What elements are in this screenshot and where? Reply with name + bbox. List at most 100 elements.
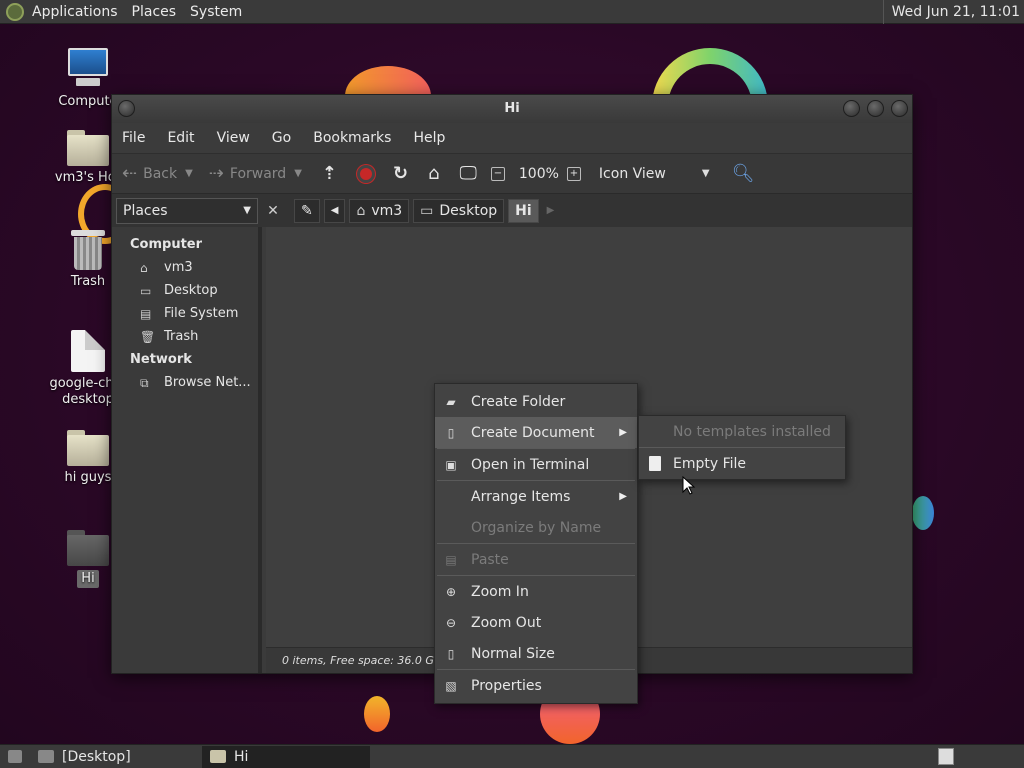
search-button[interactable]: 🔍︎: [732, 163, 761, 184]
home-icon: ⌂: [140, 260, 148, 275]
breadcrumb-desktop[interactable]: ▭ Desktop: [413, 198, 505, 223]
menu-item-zoom-out[interactable]: ⊖ Zoom Out: [435, 607, 637, 638]
toggle-location-entry-button[interactable]: ✎: [294, 198, 320, 223]
taskbar-item-desktop[interactable]: [Desktop]: [30, 746, 196, 768]
new-document-icon: ▯: [447, 425, 455, 440]
menubar: File Edit View Go Bookmarks Help: [112, 123, 912, 153]
back-button[interactable]: ⇠ Back ▼: [122, 163, 193, 184]
forward-button[interactable]: ⇢ Forward ▼: [209, 163, 302, 184]
computer-icon: [66, 46, 110, 90]
chevron-left-icon: ◀: [330, 205, 339, 216]
stop-button[interactable]: [357, 164, 375, 183]
menu-item-organize-by-name: Organize by Name: [471, 519, 602, 536]
chevron-down-icon: ▼: [243, 205, 251, 216]
top-panel: Applications Places System Wed Jun 21, 1…: [0, 0, 1024, 24]
menu-item-normal-size[interactable]: ▯ Normal Size: [435, 638, 637, 669]
sidebar-item-browse-network[interactable]: ⧉ Browse Net...: [112, 371, 258, 394]
menu-bookmarks[interactable]: Bookmarks: [313, 130, 391, 146]
context-menu: ▰ Create Folder ▯ Create Document ▶ ▣ Op…: [434, 383, 638, 704]
close-button[interactable]: [891, 100, 908, 117]
wallpaper-blob: [364, 696, 390, 732]
home-folder-icon: [67, 130, 109, 166]
menu-view[interactable]: View: [217, 130, 250, 146]
show-desktop-button[interactable]: [0, 746, 30, 768]
zoom-in-button[interactable]: +: [566, 166, 587, 181]
sidebar-item-vm3[interactable]: ⌂ vm3: [112, 256, 258, 279]
wallpaper-blob: [912, 496, 934, 530]
up-arrow-icon: ⇡: [321, 163, 337, 184]
reload-button[interactable]: ↻: [393, 163, 414, 184]
zoom-out-button[interactable]: −: [490, 166, 511, 181]
back-history-dropdown[interactable]: ▼: [185, 168, 193, 179]
menu-item-create-document[interactable]: ▯ Create Document ▶: [435, 417, 637, 448]
menu-item-open-terminal[interactable]: ▣ Open in Terminal: [435, 449, 637, 480]
workspace-switcher[interactable]: [938, 748, 954, 765]
breadcrumb-back-button[interactable]: ◀: [323, 198, 346, 223]
trash-icon: [71, 230, 105, 270]
panel-clock[interactable]: Wed Jun 21, 11:01: [882, 0, 1020, 24]
window-menu-button[interactable]: [118, 100, 135, 117]
minimize-button[interactable]: [843, 100, 860, 117]
folder-icon: [210, 750, 226, 763]
desktop-folder-icon: ▭: [420, 202, 434, 219]
forward-history-dropdown[interactable]: ▼: [294, 168, 302, 179]
create-document-submenu: No templates installed Empty File: [638, 415, 846, 480]
sidebar-item-desktop[interactable]: ▭ Desktop: [112, 279, 258, 302]
home-icon: ⌂: [356, 202, 366, 219]
taskbar-item-hi[interactable]: Hi: [202, 745, 370, 768]
menu-item-zoom-in[interactable]: ⊕ Zoom In: [435, 576, 637, 607]
normal-size-icon: ▯: [447, 646, 455, 661]
document-icon: [71, 330, 105, 372]
close-sidebar-button[interactable]: ✕: [262, 200, 284, 222]
window-title: Hi: [504, 101, 520, 116]
submenu-arrow-icon: ▶: [619, 427, 627, 438]
edit-icon: ✎: [301, 202, 313, 219]
document-icon: [649, 456, 661, 471]
menu-item-properties[interactable]: ▧ Properties: [435, 670, 637, 701]
menu-item-arrange-items[interactable]: Arrange Items ▶: [435, 481, 637, 512]
forward-arrow-icon: ⇢: [208, 163, 224, 184]
menu-item-paste: ▤ Paste: [435, 544, 637, 575]
reload-icon: ↻: [393, 163, 409, 184]
folder-icon: [38, 750, 54, 763]
up-button[interactable]: ⇡: [322, 163, 343, 184]
distro-logo-icon[interactable]: [6, 2, 24, 21]
zoom-level: 100%: [518, 165, 559, 182]
panel-menu-applications[interactable]: Applications: [32, 4, 118, 20]
view-mode-select[interactable]: Icon View ▼: [599, 166, 710, 182]
location-bar: Places ▼ ✕ ✎ ◀ ⌂ vm3 ▭ Desktop Hi ▶: [112, 193, 912, 227]
breadcrumb-vm3[interactable]: ⌂ vm3: [349, 198, 410, 223]
panel-menu-places[interactable]: Places: [132, 4, 177, 20]
folder-icon: [67, 530, 109, 566]
menu-help[interactable]: Help: [413, 130, 445, 146]
menu-go[interactable]: Go: [272, 130, 291, 146]
menu-edit[interactable]: Edit: [167, 130, 194, 146]
search-icon: 🔍︎: [731, 163, 755, 184]
home-icon: ⌂: [428, 163, 440, 184]
chevron-down-icon: ▼: [701, 168, 710, 179]
submenu-item-no-templates: No templates installed: [673, 423, 831, 440]
sidebar-item-file-system[interactable]: ▤ File System: [112, 302, 258, 325]
mouse-cursor-icon: [682, 476, 696, 495]
computer-button[interactable]: 🖵: [460, 163, 483, 184]
show-desktop-icon: [8, 750, 22, 763]
drive-icon: ▤: [140, 306, 152, 321]
submenu-item-empty-file[interactable]: Empty File: [639, 448, 845, 479]
desktop-folder-icon: ▭: [140, 283, 152, 298]
menu-file[interactable]: File: [122, 130, 145, 146]
maximize-button[interactable]: [867, 100, 884, 117]
sidebar-item-trash[interactable]: 🗑︎ Trash: [112, 325, 258, 348]
breadcrumb-hi[interactable]: Hi: [508, 198, 539, 223]
zoom-out-icon: ⊖: [445, 615, 457, 630]
zoom-in-icon: ⊕: [445, 584, 457, 599]
home-button[interactable]: ⌂: [428, 163, 445, 184]
back-arrow-icon: ⇠: [122, 163, 138, 184]
panel-menu-system[interactable]: System: [190, 4, 242, 20]
sidebar-type-select[interactable]: Places ▼: [116, 197, 258, 224]
computer-icon: 🖵: [459, 163, 477, 184]
window-titlebar[interactable]: Hi: [112, 95, 912, 123]
menu-item-create-folder[interactable]: ▰ Create Folder: [435, 386, 637, 417]
sidebar-header-network: Network: [130, 352, 192, 367]
paste-icon: ▤: [445, 552, 457, 567]
chevron-right-icon[interactable]: ▶: [547, 205, 555, 216]
